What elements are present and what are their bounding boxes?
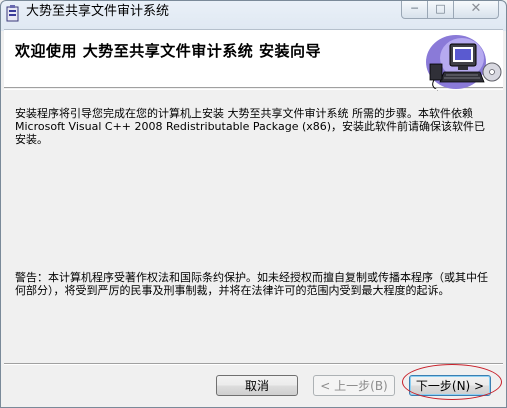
banner-divider	[4, 89, 503, 90]
wizard-client-area: 欢迎使用 大势至共享文件审计系统 安装向导 安装程序将引导您完成在您的计算机上安…	[4, 29, 503, 404]
installer-app-icon	[6, 5, 19, 22]
button-divider-highlight	[4, 364, 503, 365]
close-button[interactable]: ✕	[453, 1, 499, 19]
wizard-banner: 欢迎使用 大势至共享文件审计系统 安装向导	[4, 30, 503, 91]
installer-window: 大势至共享文件审计系统 ─ □ ✕ 欢迎使用 大势至共享文件审计系统 安装向导	[0, 0, 507, 408]
title-bar[interactable]: 大势至共享文件审计系统 ─ □ ✕	[1, 1, 506, 29]
minimize-button[interactable]: ─	[401, 1, 428, 19]
cancel-button[interactable]: 取消	[216, 375, 298, 396]
copyright-warning-text: 警告：本计算机程序受著作权法和国际条约保护。如未经授权而擅自复制或传播本程序（或…	[15, 271, 488, 297]
maximize-button[interactable]: □	[427, 1, 454, 19]
window-title: 大势至共享文件审计系统	[26, 4, 170, 19]
back-button: < 上一步(B)	[313, 375, 395, 396]
next-button-highlight-annotation	[402, 364, 502, 400]
computer-setup-icon	[426, 35, 502, 91]
intro-text: 安装程序将引导您完成在您的计算机上安装 大势至共享文件审计系统 所需的步骤。本软…	[15, 107, 486, 146]
wizard-heading: 欢迎使用 大势至共享文件审计系统 安装向导	[15, 42, 321, 60]
